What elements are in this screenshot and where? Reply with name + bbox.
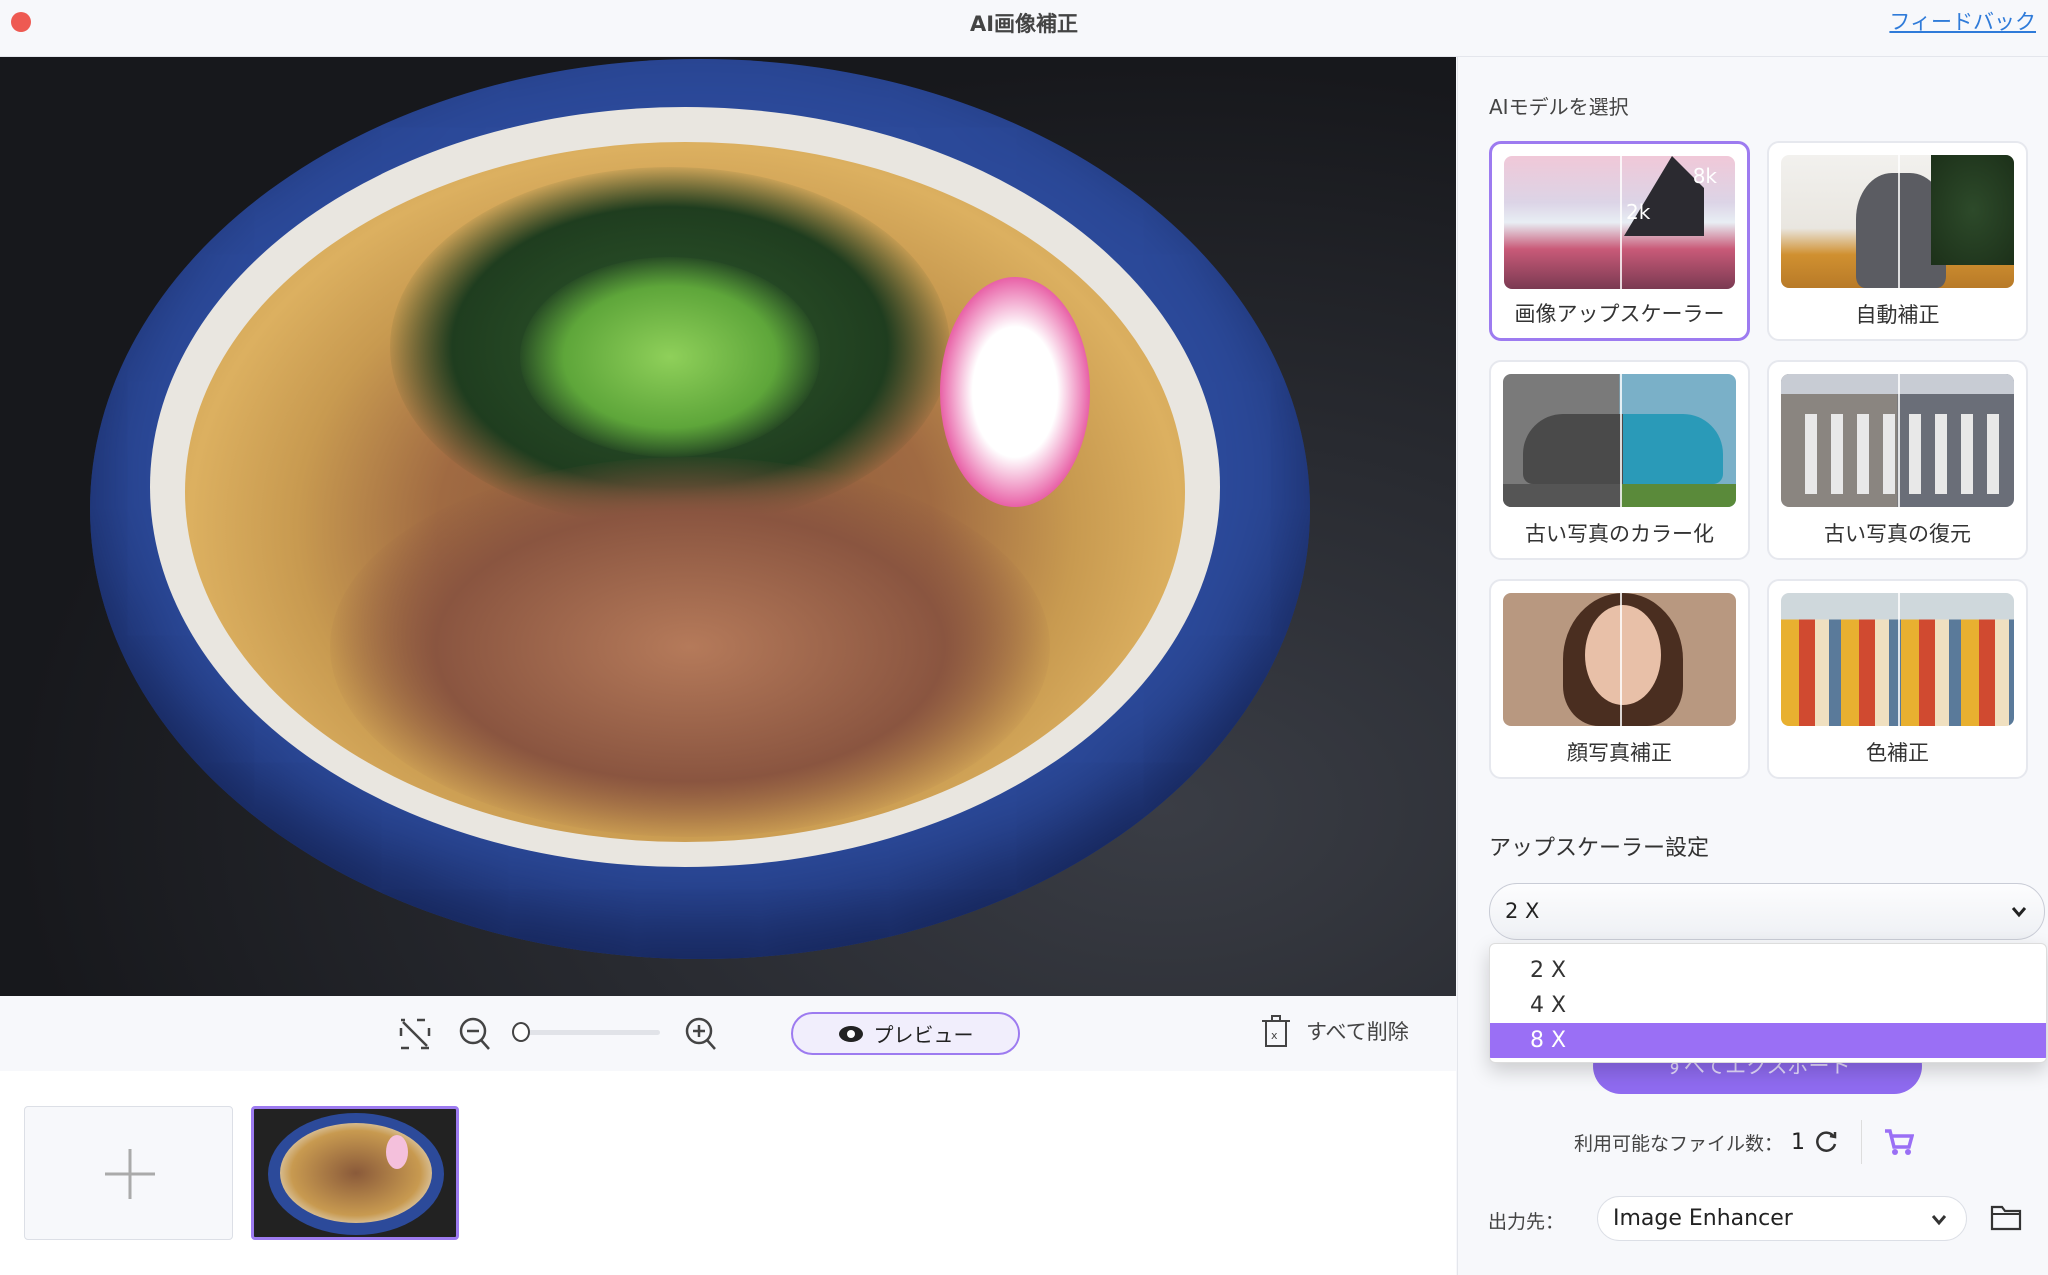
restore-preview-image: [1781, 374, 2014, 507]
divider: [1861, 1120, 1863, 1164]
file-count-row: 利用可能なファイル数： 1: [1574, 1120, 1915, 1164]
zoom-in-icon[interactable]: [684, 1016, 718, 1052]
output-label: 出力先：: [1488, 1211, 1565, 1233]
eye-icon: [838, 1025, 863, 1042]
delete-all-label: すべて削除: [1306, 1020, 1409, 1044]
image-preview: [0, 57, 1456, 996]
model-card-restore[interactable]: 古い写真の復元: [1767, 360, 2028, 560]
model-label: 古い写真の復元: [1824, 522, 1971, 546]
badge-8k: 8k: [1692, 164, 1717, 188]
trash-icon: x: [1262, 1015, 1290, 1047]
model-card-face[interactable]: 顔写真補正: [1489, 579, 1750, 779]
chevron-down-icon: [2012, 907, 2026, 918]
auto-enhance-preview-image: [1781, 155, 2014, 288]
add-image-button[interactable]: [24, 1106, 233, 1240]
window-title: AI画像補正: [969, 12, 1079, 36]
scale-option-4x[interactable]: 4 X: [1490, 989, 2046, 1023]
scale-option-2x[interactable]: 2 X: [1490, 954, 2046, 988]
zoom-slider[interactable]: [512, 1022, 660, 1042]
preview-toolbar: プレビュー x すべて削除: [0, 996, 1456, 1071]
title-bar: AI画像補正 フィードバック: [0, 0, 2048, 57]
settings-panel: AIモデルを選択 8k 2k 画像アップスケーラー 自動補正 古い写真のカラー化…: [1457, 57, 2048, 1275]
color-correct-preview-image: [1781, 593, 2014, 726]
model-label: 画像アップスケーラー: [1514, 302, 1725, 326]
colorize-preview-image: [1503, 374, 1736, 507]
model-label: 自動補正: [1855, 303, 1940, 327]
settings-heading: アップスケーラー設定: [1489, 836, 1710, 861]
folder-icon[interactable]: [1990, 1203, 2022, 1231]
thumbnail-strip: [0, 1071, 1456, 1275]
scale-select-value: 2 X: [1505, 899, 1540, 923]
cart-icon[interactable]: [1884, 1128, 1915, 1156]
model-label: 顔写真補正: [1567, 741, 1672, 765]
output-folder-value: Image Enhancer: [1613, 1206, 1793, 1231]
upscaler-preview-image: 8k 2k: [1504, 156, 1735, 289]
svg-text:x: x: [1271, 1029, 1278, 1042]
zoom-slider-handle[interactable]: [512, 1022, 530, 1042]
model-card-colorize[interactable]: 古い写真のカラー化: [1489, 360, 1750, 560]
refresh-icon[interactable]: [1813, 1129, 1839, 1155]
model-label: 色補正: [1866, 741, 1929, 765]
model-heading: AIモデルを選択: [1489, 95, 1629, 119]
chevron-down-icon: [1932, 1215, 1946, 1226]
plus-icon: [105, 1149, 155, 1199]
file-count-label: 利用可能なファイル数：: [1574, 1132, 1784, 1155]
delete-all-button[interactable]: x すべて削除: [1262, 1014, 1409, 1048]
model-card-auto-enhance[interactable]: 自動補正: [1767, 141, 2028, 341]
preview-label: プレビュー: [873, 1023, 974, 1047]
fit-screen-icon[interactable]: [399, 1018, 431, 1050]
feedback-link[interactable]: フィードバック: [1889, 6, 2036, 36]
badge-2k: 2k: [1626, 200, 1651, 224]
scale-select[interactable]: 2 X: [1489, 883, 2045, 940]
preview-button[interactable]: プレビュー: [791, 1012, 1020, 1055]
model-card-upscaler[interactable]: 8k 2k 画像アップスケーラー: [1489, 141, 1750, 341]
face-preview-image: [1503, 593, 1736, 726]
model-label: 古い写真のカラー化: [1525, 522, 1714, 546]
image-thumbnail-selected[interactable]: [251, 1106, 459, 1240]
output-folder-select[interactable]: Image Enhancer: [1597, 1196, 1967, 1241]
zoom-out-icon[interactable]: [458, 1016, 492, 1052]
file-count-value: 1: [1791, 1129, 1806, 1155]
scale-dropdown-menu: 2 X 4 X 8 X: [1489, 943, 2047, 1063]
model-card-color-correct[interactable]: 色補正: [1767, 579, 2028, 779]
scale-option-8x[interactable]: 8 X: [1490, 1023, 2046, 1058]
